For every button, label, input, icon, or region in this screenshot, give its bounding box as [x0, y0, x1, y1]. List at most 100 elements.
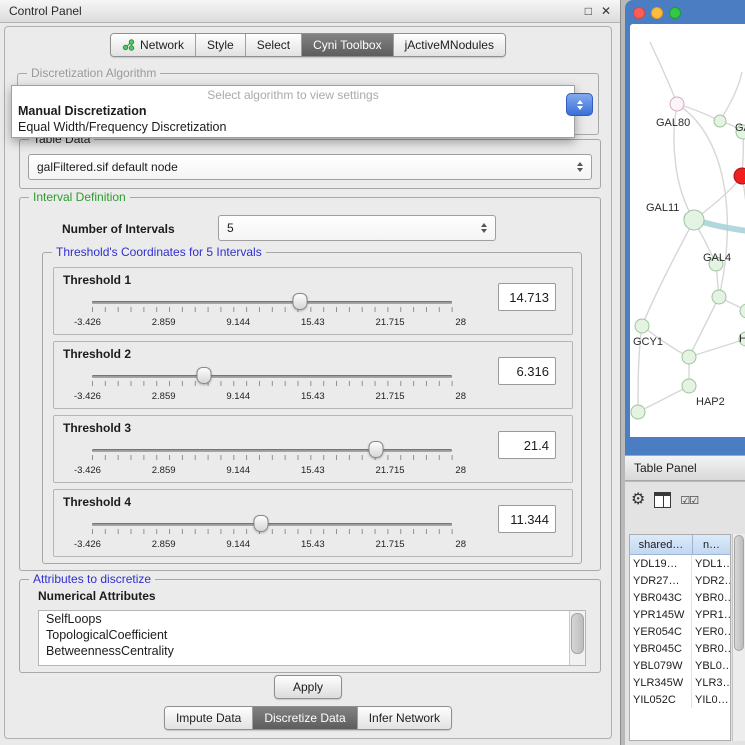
node[interactable] — [635, 319, 649, 333]
minimize-traffic-light-icon[interactable] — [651, 7, 663, 19]
interval-definition-group: Interval Definition Number of Intervals … — [19, 197, 601, 571]
node[interactable] — [684, 210, 704, 230]
table-scrollbar[interactable] — [732, 534, 745, 741]
tab-cyni-toolbox[interactable]: Cyni Toolbox — [301, 34, 392, 56]
slider-track[interactable] — [92, 523, 452, 526]
table-row[interactable]: YDR27…YDR2… — [630, 572, 730, 589]
number-of-intervals-value: 5 — [219, 221, 476, 235]
threshold-3-label: Threshold 3 — [63, 421, 131, 435]
selected-node[interactable] — [734, 168, 745, 184]
threshold-4-slider[interactable] — [92, 514, 452, 536]
slider-scale: -3.4262.8599.14415.4321.71528 — [74, 465, 466, 476]
slider-track[interactable] — [92, 449, 452, 452]
list-item[interactable]: TopologicalCoefficient — [39, 627, 585, 643]
table-row[interactable]: YER054CYER0… — [630, 623, 730, 640]
threshold-1-value-field[interactable]: 14.713 — [498, 283, 556, 311]
node[interactable] — [682, 350, 696, 364]
combo-updown-icon — [476, 223, 495, 233]
attributes-list-scrollbar[interactable] — [569, 611, 585, 665]
node[interactable] — [682, 379, 696, 393]
dropdown-prompt-item[interactable]: Select algorithm to view settings — [12, 87, 574, 103]
attributes-group-title: Attributes to discretize — [29, 572, 155, 586]
threshold-2-slider-thumb[interactable] — [196, 367, 211, 384]
float-window-icon[interactable]: □ — [585, 5, 592, 17]
slider-scale: -3.4262.8599.14415.4321.71528 — [74, 539, 466, 550]
table-data-combo-value: galFiltered.sif default node — [29, 160, 572, 174]
control-panel-window: Control Panel □ ✕ Network Style — [0, 0, 621, 745]
scrollbar-thumb[interactable] — [734, 535, 744, 651]
gear-icon[interactable]: ⚙ — [631, 492, 645, 508]
node[interactable] — [712, 290, 726, 304]
node[interactable] — [740, 304, 745, 318]
slider-ticks — [92, 381, 453, 386]
tab-impute-data[interactable]: Impute Data — [165, 707, 252, 729]
list-item[interactable]: SelfLoops — [39, 611, 585, 627]
window-title: Control Panel — [9, 4, 82, 18]
number-of-intervals-combo[interactable]: 5 — [218, 215, 496, 241]
algorithm-combo-stepper[interactable] — [566, 93, 593, 116]
tab-jactivemnodules[interactable]: jActiveMNodules — [393, 34, 505, 56]
column-header-name[interactable]: n… — [693, 535, 730, 555]
table-row[interactable]: YIL052CYIL0… — [630, 691, 730, 708]
tab-discretize-data[interactable]: Discretize Data — [252, 707, 356, 729]
node-label: GAL80 — [656, 117, 690, 129]
zoom-traffic-light-icon[interactable] — [669, 7, 681, 19]
tab-infer-network[interactable]: Infer Network — [357, 707, 451, 729]
tab-network[interactable]: Network — [111, 34, 195, 56]
threshold-1-slider[interactable] — [92, 292, 452, 314]
node[interactable] — [631, 405, 645, 419]
close-traffic-light-icon[interactable] — [633, 7, 645, 19]
list-item[interactable]: BetweennessCentrality — [39, 643, 585, 659]
scrollbar-thumb[interactable] — [571, 613, 584, 654]
table-panel-toolbar: ⚙ ☑☑ — [631, 492, 698, 508]
node-label: GAL4 — [703, 252, 731, 264]
table-row[interactable]: YBR045CYBR0… — [630, 640, 730, 657]
control-panel-titlebar: Control Panel □ ✕ — [0, 0, 620, 23]
apply-button[interactable]: Apply — [274, 675, 342, 699]
threshold-3-slider[interactable] — [92, 440, 452, 462]
threshold-2-label: Threshold 2 — [63, 347, 131, 361]
node-table: shared… n… YDL19…YDL1… YDR27…YDR2… YBR04… — [629, 534, 731, 741]
select-columns-checkboxes-icon[interactable]: ☑☑ — [680, 494, 698, 507]
columns-icon[interactable] — [654, 492, 671, 508]
table-row[interactable]: YPR145WYPR1… — [630, 606, 730, 623]
table-row[interactable]: YDL19…YDL1… — [630, 555, 730, 572]
slider-ticks — [92, 307, 453, 312]
threshold-1-slider-thumb[interactable] — [292, 293, 307, 310]
dropdown-option-equal-width-frequency[interactable]: Equal Width/Frequency Discretization — [12, 119, 574, 135]
dropdown-option-manual-discretization[interactable]: Manual Discretization — [12, 103, 574, 119]
table-row[interactable]: YLR345WYLR3… — [630, 674, 730, 691]
threshold-4-label: Threshold 4 — [63, 495, 131, 509]
threshold-2-value-field[interactable]: 6.316 — [498, 357, 556, 385]
network-canvas[interactable]: GAL80 GA GAL11 GAL4 GCY1 H HAP2 — [630, 24, 745, 437]
numerical-attributes-label: Numerical Attributes — [38, 589, 156, 603]
close-icon[interactable]: ✕ — [601, 5, 611, 17]
threshold-3-value-field[interactable]: 21.4 — [498, 431, 556, 459]
algorithm-group-title: Discretization Algorithm — [27, 66, 160, 80]
tab-select[interactable]: Select — [245, 34, 301, 56]
table-header-row: shared… n… — [630, 535, 730, 555]
table-panel-body: ⚙ ☑☑ shared… n… YDL19…YDL1… YDR27…YDR2… … — [625, 482, 745, 745]
node-label: GA — [735, 122, 745, 134]
table-data-combo[interactable]: galFiltered.sif default node — [28, 154, 592, 180]
thresholds-group: Threshold's Coordinates for 5 Intervals … — [42, 252, 582, 564]
table-data-group: Table Data galFiltered.sif default node — [19, 139, 601, 189]
threshold-4-value-field[interactable]: 11.344 — [498, 505, 556, 533]
slider-ticks — [92, 529, 453, 534]
table-row[interactable]: YBR043CYBR0… — [630, 589, 730, 606]
column-header-shared-name[interactable]: shared… — [630, 535, 693, 555]
node[interactable] — [670, 97, 684, 111]
table-panel-titlebar: Table Panel — [625, 455, 745, 481]
threshold-3-slider-thumb[interactable] — [369, 441, 384, 458]
tab-style[interactable]: Style — [195, 34, 245, 56]
threshold-2-slider[interactable] — [92, 366, 452, 388]
node[interactable] — [714, 115, 726, 127]
slider-track[interactable] — [92, 375, 452, 378]
threshold-1-label: Threshold 1 — [63, 273, 131, 287]
table-row[interactable]: YBL079WYBL0… — [630, 657, 730, 674]
threshold-4-slider-thumb[interactable] — [254, 515, 269, 532]
slider-track[interactable] — [92, 301, 452, 304]
table-panel-title: Table Panel — [634, 461, 697, 475]
network-icon — [122, 39, 135, 51]
window-controls — [633, 7, 681, 19]
